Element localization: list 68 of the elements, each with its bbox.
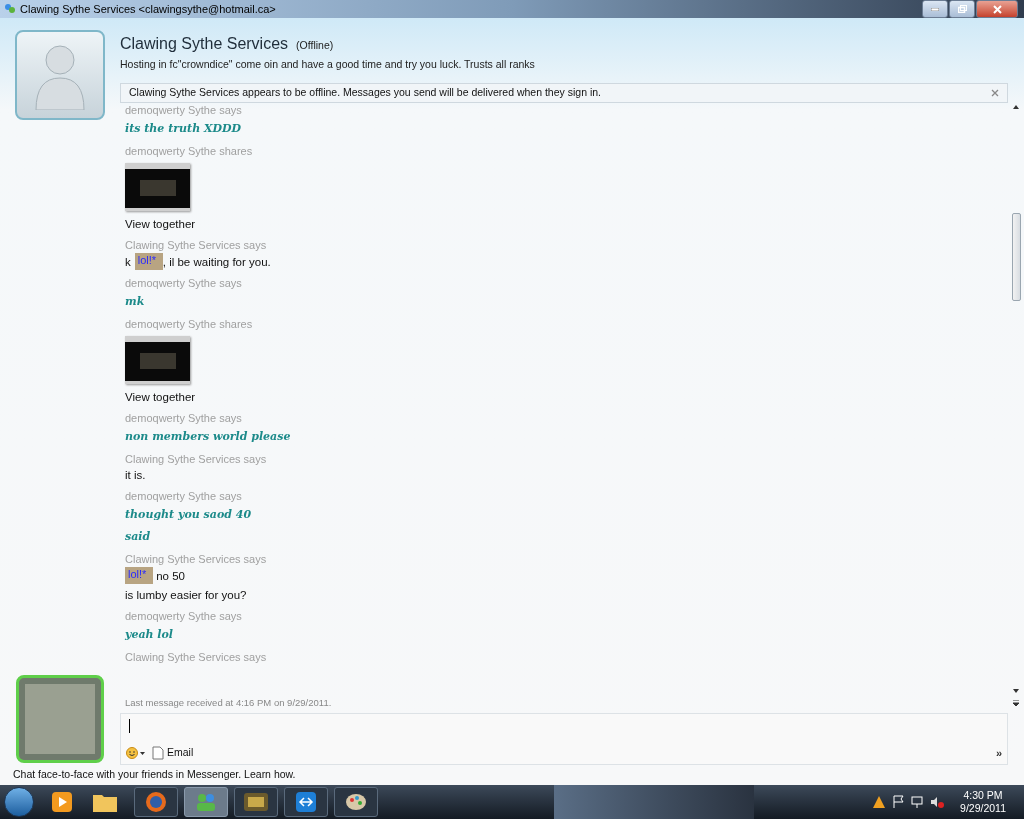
start-button[interactable] <box>4 787 34 817</box>
sender-line: demoqwerty Sythe says <box>125 608 242 624</box>
sender-line: demoqwerty Sythe shares <box>125 316 253 332</box>
sender-line: Clawing Sythe Services says <box>125 649 267 665</box>
message-text: , il be waiting for you. <box>162 254 271 270</box>
sender-line: demoqwerty Sythe says <box>125 488 242 504</box>
sender-line: Clawing Sythe Services says <box>125 551 267 567</box>
people-icon <box>194 792 218 812</box>
clock-time[interactable]: 4:30 PM <box>963 789 1003 802</box>
document-icon <box>152 745 164 760</box>
clock-date[interactable]: 9/29/2011 <box>960 802 1006 815</box>
view-together-link[interactable]: View together <box>125 215 196 232</box>
notice-text: Clawing Sythe Services appears to be offline. Messages you send will be delivered when they sign in. <box>129 84 601 100</box>
personal-message: Hosting in fc"crowndice" come oin and have a good time and try you luck. Trusts all ranks <box>120 57 535 72</box>
last-message-info: Last message received at 4:16 PM on 9/29/2011. <box>125 695 332 710</box>
taskbar-button[interactable] <box>234 787 278 817</box>
message-input[interactable]: Email » <box>120 713 1008 765</box>
message-text: it is. <box>125 467 146 483</box>
close-icon[interactable] <box>991 88 999 97</box>
more-button[interactable]: » <box>995 744 1002 761</box>
close-icon <box>992 4 1002 14</box>
taskbar-button[interactable] <box>134 787 178 817</box>
sender-line: demoqwerty Sythe says <box>125 275 242 291</box>
sender-line: Clawing Sythe Services says <box>125 451 267 467</box>
message-text: no 50 <box>155 568 185 584</box>
messenger-icon <box>4 3 16 15</box>
view-together-link[interactable]: View together <box>125 388 196 405</box>
emoticon: lol!* <box>125 566 153 584</box>
message-text: is lumby easier for you? <box>125 587 247 603</box>
screenshot-thumbnail[interactable] <box>125 335 190 384</box>
emoticon-menu-icon[interactable] <box>126 746 146 759</box>
flag-icon[interactable] <box>892 795 905 809</box>
warning-icon[interactable] <box>872 795 887 809</box>
message-text: its the truth XDDD <box>125 120 242 137</box>
globe-icon <box>145 791 167 813</box>
message-text: yeah lol <box>125 626 174 643</box>
palette-icon <box>345 792 367 812</box>
network-icon[interactable] <box>910 795 925 809</box>
speaker-muted-icon[interactable] <box>930 795 945 809</box>
scroll-thumb[interactable] <box>1011 212 1021 301</box>
scroll-down-icon[interactable] <box>1013 689 1019 693</box>
sender-line: Clawing Sythe Services says <box>125 237 267 253</box>
close-button[interactable] <box>976 0 1018 18</box>
maximize-button[interactable] <box>949 0 975 18</box>
emoticon: lol!* <box>134 252 163 270</box>
scroll-up-icon[interactable] <box>1013 104 1019 109</box>
collapse-icon[interactable] <box>1013 700 1019 706</box>
taskbar-button[interactable] <box>284 787 328 817</box>
message-text: k <box>125 254 131 270</box>
message-text: non members world please <box>125 428 291 445</box>
minimize-icon <box>931 7 939 11</box>
window-title: Clawing Sythe Services <clawingsythe@hotmail.ca> <box>20 1 276 17</box>
contact-status: (Offline) <box>296 38 334 53</box>
promo-link[interactable]: Chat face-to-face with your friends in Messenger. Learn how. <box>13 767 296 783</box>
screenshot-thumbnail[interactable] <box>125 162 190 211</box>
restore-icon <box>957 5 967 13</box>
media-player-icon[interactable] <box>50 790 74 814</box>
sender-line: demoqwerty Sythe shares <box>125 143 253 159</box>
email-button[interactable]: Email <box>152 744 194 761</box>
contact-name: Clawing Sythe Services <box>120 34 289 54</box>
remote-icon <box>296 792 316 812</box>
minimize-button[interactable] <box>922 0 948 18</box>
message-text: mk <box>125 293 145 310</box>
taskbar-button[interactable] <box>334 787 378 817</box>
sender-line: demoqwerty Sythe says <box>125 102 242 118</box>
sender-line: demoqwerty Sythe says <box>125 410 242 426</box>
message-text: thought you saod 40 <box>125 506 252 523</box>
message-text: said <box>125 528 151 545</box>
